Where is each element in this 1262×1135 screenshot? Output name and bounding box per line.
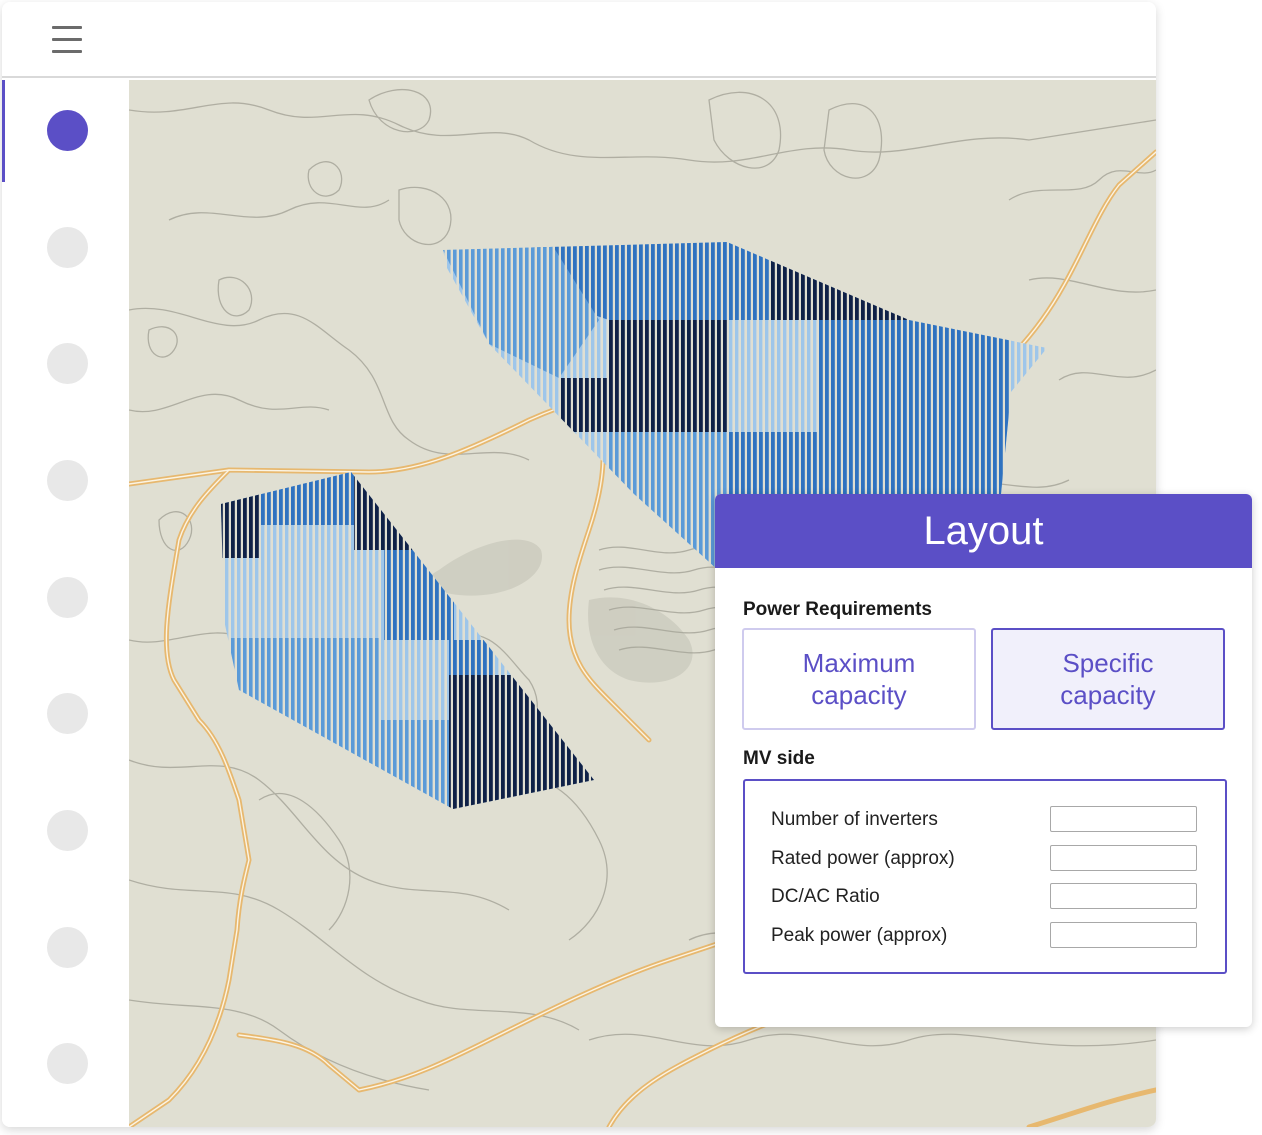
peak-power-label: Peak power (approx) <box>771 925 948 946</box>
peak-power-row: Peak power (approx) <box>771 922 1197 950</box>
step-1[interactable] <box>47 110 88 151</box>
top-bar <box>2 2 1156 78</box>
step-7[interactable] <box>47 810 88 851</box>
peak-power-input[interactable] <box>1050 922 1197 948</box>
hamburger-menu-icon[interactable] <box>48 22 86 58</box>
step-2[interactable] <box>47 227 88 268</box>
number-of-inverters-label: Number of inverters <box>771 809 938 830</box>
layout-panel: Layout Power Requirements Maximum capaci… <box>715 494 1252 1027</box>
rated-power-row: Rated power (approx) <box>771 845 1197 873</box>
dc-ac-ratio-input[interactable] <box>1050 883 1197 909</box>
step-9[interactable] <box>47 1043 88 1084</box>
pv-array-south[interactable] <box>214 465 604 815</box>
rated-power-input[interactable] <box>1050 845 1197 871</box>
number-of-inverters-input[interactable] <box>1050 806 1197 832</box>
step-sidebar <box>2 80 129 1127</box>
mv-side-box: Number of inverters Rated power (approx)… <box>743 779 1227 974</box>
rated-power-label: Rated power (approx) <box>771 848 955 869</box>
step-5[interactable] <box>47 577 88 618</box>
power-requirements-label: Power Requirements <box>743 599 932 620</box>
step-8[interactable] <box>47 927 88 968</box>
step-6[interactable] <box>47 693 88 734</box>
active-step-indicator <box>2 80 5 182</box>
mv-side-label: MV side <box>743 748 815 769</box>
step-4[interactable] <box>47 460 88 501</box>
number-of-inverters-row: Number of inverters <box>771 806 1197 834</box>
dc-ac-ratio-row: DC/AC Ratio <box>771 883 1197 911</box>
panel-title: Layout <box>715 494 1252 568</box>
maximum-capacity-button[interactable]: Maximum capacity <box>742 628 976 730</box>
dc-ac-ratio-label: DC/AC Ratio <box>771 886 880 907</box>
specific-capacity-button[interactable]: Specific capacity <box>991 628 1225 730</box>
step-3[interactable] <box>47 343 88 384</box>
